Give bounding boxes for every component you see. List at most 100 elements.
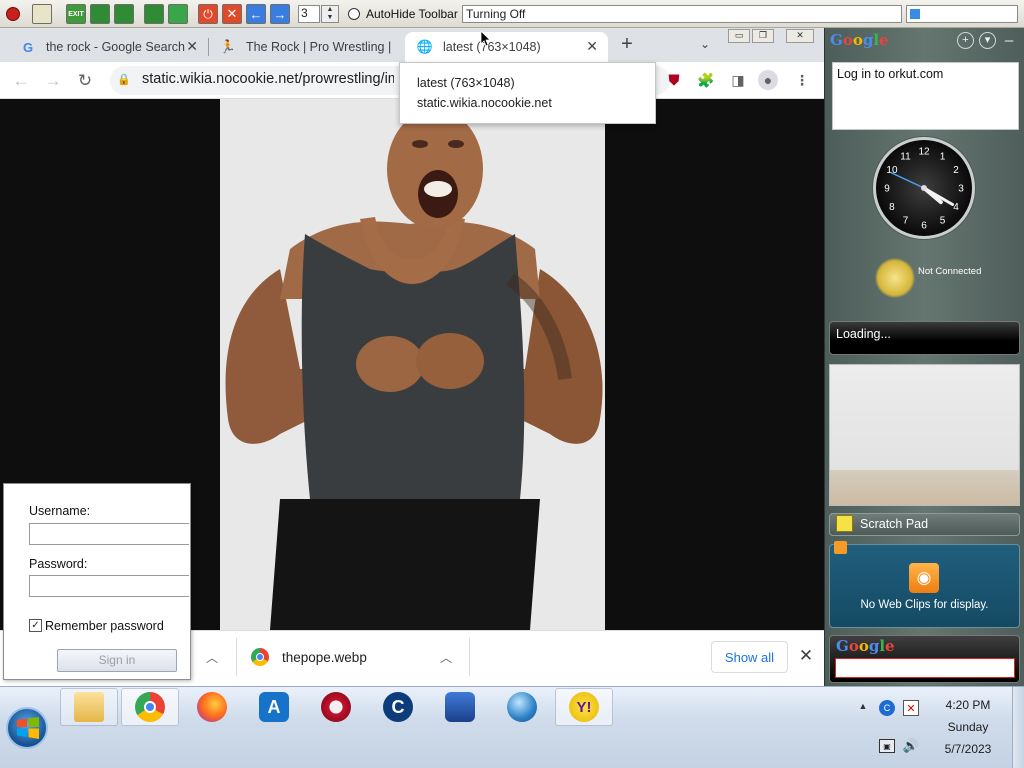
windows-logo-icon [17, 717, 39, 739]
tools-icon[interactable] [32, 4, 52, 24]
utility-toolbar: EXIT ⏻ ✕ ← → 3 ▲ ▼ AutoHide Toolbar Turni… [0, 0, 1024, 28]
show-desktop-button[interactable] [1012, 687, 1024, 768]
scratch-pad-gadget[interactable]: Scratch Pad [829, 513, 1020, 536]
tray-day[interactable]: Sunday [934, 720, 1002, 734]
taskbar-chrome[interactable] [121, 688, 179, 726]
tray-date[interactable]: 5/7/2023 [934, 742, 1002, 756]
file-explorer-icon [74, 692, 104, 722]
clock-numeral: 4 [953, 202, 959, 213]
magnifier-icon[interactable] [168, 4, 188, 24]
record-icon[interactable] [6, 7, 20, 21]
extensions-icon[interactable]: 🧩 [696, 70, 716, 90]
sidebar-menu-icon[interactable]: ▾ [979, 32, 996, 49]
chrome-icon [135, 692, 165, 722]
tab-close-icon[interactable]: ✕ [186, 38, 198, 55]
lock-icon[interactable]: 🔒 [116, 70, 132, 88]
forward-arrow-icon[interactable]: → [270, 4, 290, 24]
google-search-input[interactable] [835, 658, 1015, 678]
web-clips-message: No Web Clips for display. [860, 599, 989, 611]
wrestler-favicon-icon: 🏃 [219, 39, 237, 54]
taskbar-remote-desktop[interactable] [431, 688, 489, 726]
add-gadget-icon[interactable]: + [957, 32, 974, 49]
chevron-up-icon[interactable]: ︿ [437, 648, 455, 666]
photo-slideshow-gadget[interactable] [829, 364, 1020, 506]
count-spin-field[interactable]: 3 [298, 5, 320, 23]
volume-icon[interactable]: 🔊 [903, 738, 919, 754]
sidebar-google-logo: Google [830, 31, 889, 49]
globe-icon: 🌐 [416, 39, 434, 54]
download-separator [236, 638, 237, 676]
username-field[interactable] [29, 523, 189, 545]
remember-checkbox[interactable]: ✓ [29, 619, 42, 632]
clock-numeral: 2 [953, 165, 959, 176]
side-panel-icon[interactable]: ◨ [728, 70, 748, 90]
minimize-icon[interactable]: ▭ [728, 29, 750, 43]
menu-kebab-icon[interactable]: ⋮ [792, 70, 812, 90]
new-tab-icon[interactable]: + [616, 33, 638, 55]
clock-numeral: 3 [958, 184, 964, 195]
taskbar-red-app[interactable] [307, 688, 365, 726]
remote-desktop-icon [445, 692, 475, 722]
ccleaner-icon: C [383, 692, 413, 722]
taskbar-firefox[interactable] [183, 688, 241, 726]
taskbar-file-explorer[interactable] [60, 688, 118, 726]
chevron-up-icon[interactable]: ︿ [203, 648, 221, 666]
tab-google-search[interactable]: G the rock - Google Search ✕ [8, 32, 208, 62]
taskbar-ccleaner[interactable]: C [369, 688, 427, 726]
network-icon[interactable]: ▣ [879, 739, 895, 753]
close-downloads-icon[interactable]: ✕ [796, 646, 816, 666]
ccleaner-tray-icon[interactable]: C [879, 700, 895, 716]
tray-expand-icon[interactable]: ▲ [857, 700, 869, 712]
clock-numeral: 5 [940, 216, 946, 227]
power-icon[interactable]: ⏻ [198, 4, 218, 24]
document-icon[interactable] [144, 4, 164, 24]
collapse-sidebar-icon[interactable]: – [1001, 32, 1017, 49]
ublock-icon[interactable]: ⛊ [664, 70, 684, 90]
tab-title: The Rock | Pro Wrestling | [246, 40, 392, 54]
taskbar-app-installer[interactable]: A [245, 688, 303, 726]
binoculars-icon[interactable] [114, 4, 134, 24]
action-center-icon[interactable]: ✕ [903, 700, 919, 716]
autohide-radio[interactable] [348, 8, 360, 20]
profile-icon[interactable]: ● [758, 70, 778, 90]
download-separator [469, 638, 470, 676]
download-item-name[interactable]: thepope.webp [282, 650, 367, 665]
close-x-icon[interactable]: ✕ [222, 4, 242, 24]
tab-close-icon[interactable]: ✕ [586, 38, 598, 55]
spin-arrows-icon[interactable]: ▲ ▼ [321, 5, 339, 23]
displayed-image[interactable] [220, 99, 605, 630]
reload-icon[interactable]: ↻ [74, 70, 96, 92]
clock-numeral: 11 [900, 151, 911, 162]
back-icon[interactable]: ← [10, 70, 32, 92]
progress-fill [910, 9, 920, 19]
tab-hover-card: latest (763×1048) static.wikia.nocookie.… [399, 62, 656, 124]
show-all-button[interactable]: Show all [711, 641, 788, 673]
sign-in-button[interactable]: Sign in [57, 649, 177, 672]
forward-icon[interactable]: → [42, 70, 64, 92]
clock-numeral: 8 [889, 202, 895, 213]
clock-numeral: 1 [940, 151, 946, 162]
tooltip-domain: static.wikia.nocookie.net [417, 96, 552, 110]
tab-pro-wrestling[interactable]: 🏃 The Rock | Pro Wrestling | [208, 32, 403, 62]
close-icon[interactable]: ✕ [786, 29, 814, 43]
chevron-down-icon[interactable]: ⌄ [695, 34, 715, 54]
clock-numeral: 12 [918, 147, 930, 158]
restore-icon[interactable]: ❐ [752, 29, 774, 43]
weather-sun-icon [875, 258, 915, 298]
url-text[interactable]: static.wikia.nocookie.net/prowrestling/i… [142, 71, 394, 87]
password-field[interactable] [29, 575, 189, 597]
status-field: Turning Off [462, 5, 902, 23]
remember-label: Remember password [45, 619, 164, 633]
app-installer-icon: A [259, 692, 289, 722]
clock-numeral: 9 [884, 184, 890, 195]
exit-icon[interactable]: EXIT [66, 4, 86, 24]
tray-time[interactable]: 4:20 PM [934, 698, 1002, 712]
rss-small-icon [834, 541, 847, 554]
taskbar-globe-app[interactable] [493, 688, 551, 726]
tab-latest-image[interactable]: 🌐 latest (763×1048) ✕ [405, 32, 608, 62]
taskbar-yahoo-messenger[interactable]: Y! [555, 688, 613, 726]
clock-numeral: 6 [921, 221, 927, 232]
orkut-gadget[interactable]: Log in to orkut.com [832, 62, 1019, 130]
back-arrow-icon[interactable]: ← [246, 4, 266, 24]
open-folder-icon[interactable] [90, 4, 110, 24]
